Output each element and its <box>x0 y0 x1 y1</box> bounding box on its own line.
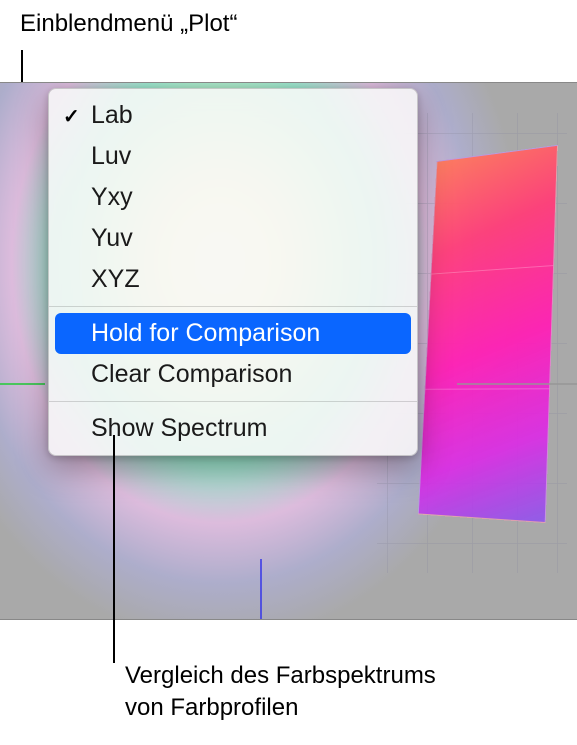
checkmark-icon: ✓ <box>63 106 80 128</box>
menu-item-hold-comparison[interactable]: Hold for Comparison <box>55 313 411 354</box>
menu-item-label: Yuv <box>91 224 399 253</box>
menu-item-label: Hold for Comparison <box>91 319 399 348</box>
menu-item-label: Show Spectrum <box>91 414 399 443</box>
axis-b-negative <box>260 559 262 619</box>
menu-item-yxy[interactable]: Yxy <box>49 177 417 218</box>
callout-plot-menu-label: Einblendmenü „Plot“ <box>20 10 237 38</box>
axis-a-negative <box>0 383 45 385</box>
comparison-gamut-surface <box>418 145 558 523</box>
menu-separator <box>49 401 417 402</box>
menu-item-lab[interactable]: ✓ Lab <box>49 95 417 136</box>
plot-popup-menu: ✓ Lab Luv Yxy Yuv XYZ Hold for Compariso… <box>48 88 418 456</box>
menu-item-label: XYZ <box>91 265 399 294</box>
menu-item-label: Luv <box>91 142 399 171</box>
menu-item-label: Clear Comparison <box>91 360 399 389</box>
menu-separator <box>49 306 417 307</box>
menu-item-show-spectrum[interactable]: Show Spectrum <box>49 408 417 449</box>
menu-item-luv[interactable]: Luv <box>49 136 417 177</box>
menu-item-label: Lab <box>91 101 399 130</box>
gamut-3d-viewport[interactable]: ✓ Lab Luv Yxy Yuv XYZ Hold for Compariso… <box>0 82 577 620</box>
axis-a-positive <box>457 383 577 385</box>
menu-item-clear-comparison[interactable]: Clear Comparison <box>49 354 417 395</box>
menu-item-xyz[interactable]: XYZ <box>49 259 417 300</box>
menu-item-label: Yxy <box>91 183 399 212</box>
menu-item-yuv[interactable]: Yuv <box>49 218 417 259</box>
callout-comparison-label: Vergleich des Farbspektrums von Farbprof… <box>125 660 436 725</box>
